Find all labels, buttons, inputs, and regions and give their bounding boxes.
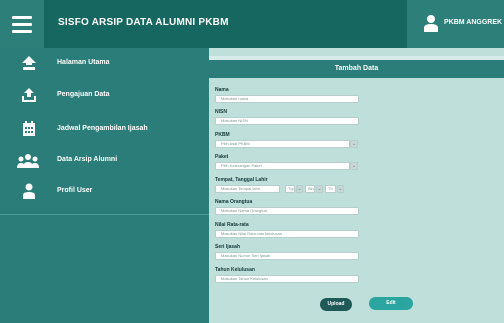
chevron-down-icon[interactable]: ⌄: [316, 185, 323, 193]
chevron-down-icon[interactable]: ⌄: [350, 162, 358, 170]
sidebar-item-profil-user[interactable]: Profil User: [0, 176, 209, 208]
sidebar-divider: [0, 214, 209, 215]
nisn-label: NISN: [215, 109, 227, 115]
tanggal-select[interactable]: Tgl: [285, 185, 295, 193]
user-name: PKBM ANGGREK: [444, 19, 503, 26]
tahun-kelulusan-input[interactable]: Masukan Tahun Kelulusan: [215, 275, 359, 283]
user-icon: [424, 15, 438, 32]
sidebar-item-label: Pengajuan Data: [57, 91, 110, 98]
tahun-kelulusan-label: Tahun Kelulusan: [215, 267, 255, 273]
user-icon: [23, 183, 35, 199]
nama-input[interactable]: Masukan nama: [215, 95, 359, 103]
form-title: Tambah Data: [209, 60, 504, 78]
ttl-label: Tempat, Tanggal Lahir: [215, 177, 268, 183]
nama-orangtua-label: Nama Orangtua: [215, 199, 253, 205]
calendar-icon: [23, 121, 35, 136]
edit-button[interactable]: Edit: [369, 297, 413, 310]
sidebar-item-label: Jadwal Pengambilan Ijasah: [57, 125, 148, 132]
seri-ijasah-label: Seri Ijasah: [215, 244, 241, 250]
sidebar-item-label: Data Arsip Alumni: [57, 156, 118, 163]
paket-label: Paket: [215, 154, 229, 160]
menu-hamburger-icon[interactable]: [0, 0, 44, 48]
bulan-select[interactable]: Bln: [305, 185, 315, 193]
pkbm-label: PKBM: [215, 132, 230, 138]
nilai-input[interactable]: Masukan Nilai Rata-rata kelulusan: [215, 230, 359, 238]
upload-icon: [22, 88, 36, 102]
tahun-select[interactable]: Th: [325, 185, 336, 193]
main-content: Tambah Data Nama Masukan nama NISN Masuk…: [209, 48, 504, 323]
seri-ijasah-input[interactable]: Masukan Nomor Seri Ijasah: [215, 252, 359, 260]
nilai-label: Nilai Rata-rata: [215, 222, 249, 228]
chevron-down-icon[interactable]: ⌄: [337, 185, 344, 193]
nisn-input[interactable]: Masukan NISN: [215, 117, 359, 125]
sidebar-item-halaman-utama[interactable]: Halaman Utama: [0, 48, 209, 80]
upload-button[interactable]: Upload: [320, 298, 352, 311]
nama-label: Nama: [215, 87, 229, 93]
chevron-down-icon[interactable]: ⌄: [296, 185, 303, 193]
sidebar-item-label: Halaman Utama: [57, 59, 110, 66]
pkbm-select[interactable]: Pilih Asal PKBM: [215, 140, 350, 148]
sidebar-item-label: Profil User: [57, 187, 93, 194]
top-bar: SISFO ARSIP DATA ALUMNI PKBM PKBM ANGGRE…: [0, 0, 504, 48]
nama-orangtua-input[interactable]: Masukan Nama Orangtua: [215, 207, 359, 215]
home-upload-icon: [22, 56, 36, 70]
sidebar-item-data-arsip-alumni[interactable]: Data Arsip Alumni: [0, 146, 209, 176]
sidebar: Halaman Utama Pengajuan Data Jadwal Peng…: [0, 48, 209, 323]
tempat-lahir-input[interactable]: Masukan Tempat lahir: [215, 185, 280, 193]
sidebar-item-jadwal-pengambilan-ijasah[interactable]: Jadwal Pengambilan Ijasah: [0, 112, 209, 146]
sidebar-item-pengajuan-data[interactable]: Pengajuan Data: [0, 80, 209, 112]
app-title: SISFO ARSIP DATA ALUMNI PKBM: [58, 17, 229, 28]
chevron-down-icon[interactable]: ⌄: [350, 140, 358, 148]
user-menu[interactable]: PKBM ANGGREK: [407, 0, 504, 48]
group-icon: [17, 154, 39, 168]
paket-select[interactable]: Pilih Keterangan Paket: [215, 162, 350, 170]
